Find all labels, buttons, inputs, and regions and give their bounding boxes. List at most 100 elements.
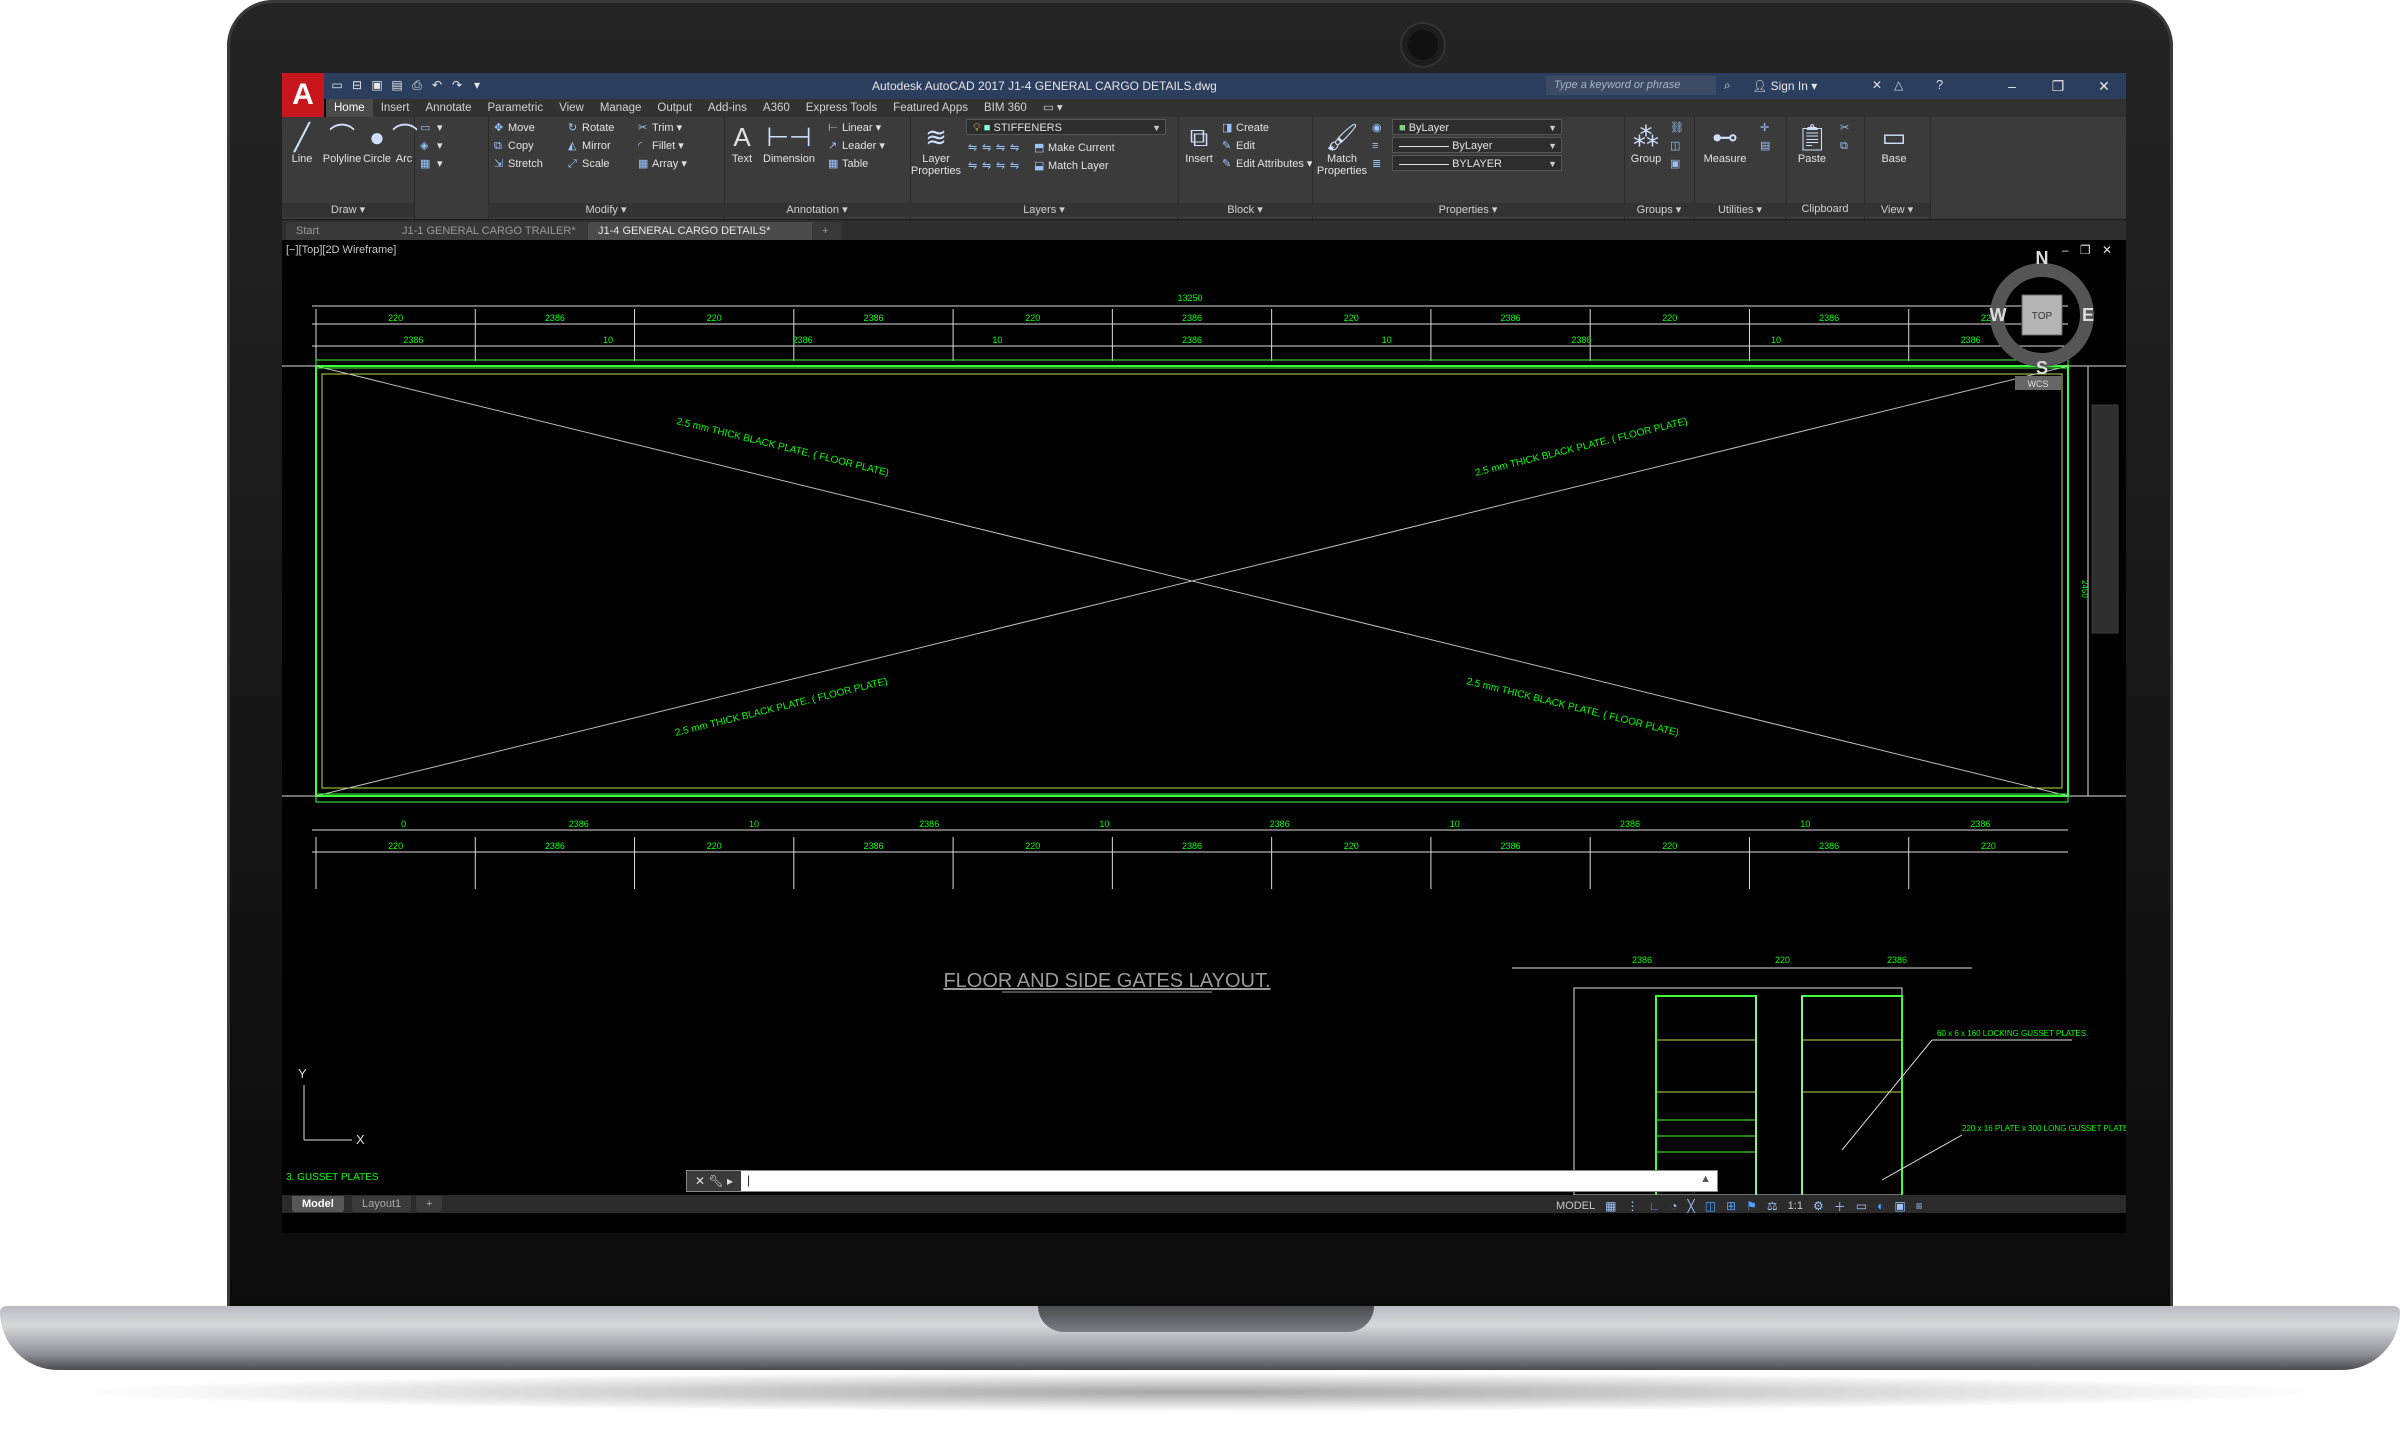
- edit-attributes-tool[interactable]: ✎ Edit Attributes ▾: [1222, 155, 1312, 173]
- match-properties-tool[interactable]: 🖌︎ Match Properties: [1316, 121, 1368, 177]
- search-input[interactable]: Type a keyword or phrase: [1546, 76, 1716, 95]
- group-tool[interactable]: ⁂ Group: [1626, 121, 1666, 165]
- command-prompt-icon[interactable]: ▸: [727, 1174, 733, 1188]
- layer-properties-tool[interactable]: ≋ Layer Properties: [910, 121, 962, 177]
- ortho-icon[interactable]: ∟: [1648, 1199, 1660, 1213]
- annotation-scale-value[interactable]: 1:1: [1788, 1200, 1803, 1212]
- hatch-tool[interactable]: ◈ ▾: [420, 137, 443, 155]
- lineweight-dropdown[interactable]: BYLAYER ▼: [1392, 155, 1562, 171]
- leader-tool[interactable]: ↗ Leader ▾: [828, 137, 885, 155]
- plus-icon[interactable]: ＋: [1834, 1198, 1846, 1215]
- qat-dropdown-icon[interactable]: ▾: [470, 77, 484, 93]
- id-point-icon[interactable]: ✛: [1760, 119, 1774, 137]
- stretch-tool[interactable]: ⇲ Stretch: [494, 155, 543, 173]
- layer-dropdown[interactable]: 💡︎ ■ STIFFENERS ▼: [966, 119, 1166, 135]
- create-block-tool[interactable]: ◨ Create: [1222, 119, 1269, 137]
- add-layout-button[interactable]: +: [416, 1196, 443, 1212]
- calculator-icon[interactable]: ▤: [1760, 137, 1774, 155]
- group-edit-icon[interactable]: ◫: [1670, 137, 1684, 155]
- layer-tools-row-2[interactable]: ⇋ ⇋ ⇋ ⇋: [968, 157, 1024, 175]
- save-as-icon[interactable]: ▤: [390, 77, 404, 93]
- layer-tools-row-1[interactable]: ⇋ ⇋ ⇋ ⇋: [968, 139, 1024, 157]
- doc-tab-j1-4[interactable]: J1-4 GENERAL CARGO DETAILS*: [588, 222, 818, 240]
- polyline-tool[interactable]: ⌒ Polyline: [320, 121, 364, 165]
- annotation-scale-icon[interactable]: ⚖: [1767, 1199, 1778, 1213]
- tab-parametric[interactable]: Parametric: [480, 99, 552, 117]
- a360-icon[interactable]: △: [1894, 78, 1903, 92]
- new-file-icon[interactable]: ▭: [330, 77, 344, 93]
- tab-featured-apps[interactable]: Featured Apps: [885, 99, 976, 117]
- panel-title-block[interactable]: Block ▾: [1178, 203, 1312, 217]
- restore-button[interactable]: ❐: [2044, 76, 2072, 96]
- tab-model[interactable]: Model: [292, 1196, 344, 1212]
- save-icon[interactable]: ▣: [370, 77, 384, 93]
- clean-screen-icon[interactable]: ▣: [1894, 1199, 1905, 1213]
- tab-annotate[interactable]: Annotate: [417, 99, 479, 117]
- customization-icon[interactable]: ≡: [1916, 1199, 1923, 1213]
- text-tool[interactable]: A Text: [724, 121, 760, 165]
- ribbon-minimize-icon[interactable]: ▭ ▾: [1035, 99, 1071, 117]
- panel-title-properties[interactable]: Properties ▾: [1312, 203, 1624, 217]
- wrench-icon[interactable]: 🔧︎: [708, 1174, 723, 1188]
- redo-icon[interactable]: ↷: [450, 77, 464, 93]
- panel-title-annotation[interactable]: Annotation ▾: [724, 203, 910, 217]
- tab-express-tools[interactable]: Express Tools: [798, 99, 885, 117]
- application-menu-button[interactable]: A: [282, 73, 324, 117]
- tab-output[interactable]: Output: [649, 99, 700, 117]
- copy-tool[interactable]: ⧉ Copy: [494, 137, 534, 155]
- close-button[interactable]: ✕: [2090, 76, 2118, 96]
- tab-layout1[interactable]: Layout1: [352, 1196, 412, 1212]
- tab-addins[interactable]: Add-ins: [700, 99, 755, 117]
- color-dropdown[interactable]: ■ ByLayer ▼: [1392, 119, 1562, 135]
- help-icon[interactable]: ?: [1936, 77, 1943, 92]
- cut-icon[interactable]: ✂: [1840, 119, 1854, 137]
- tab-bim360[interactable]: BIM 360: [976, 99, 1035, 117]
- minimize-button[interactable]: –: [1998, 76, 2026, 96]
- tab-insert[interactable]: Insert: [373, 99, 418, 117]
- edit-block-tool[interactable]: ✎ Edit: [1222, 137, 1255, 155]
- tab-home[interactable]: Home: [326, 99, 373, 117]
- fillet-tool[interactable]: ◜ Fillet ▾: [638, 137, 684, 155]
- move-tool[interactable]: ✥ Move: [494, 119, 535, 137]
- undo-icon[interactable]: ↶: [430, 77, 444, 93]
- line-tool[interactable]: ╱ Line: [282, 121, 322, 165]
- measure-tool[interactable]: ⊷ Measure: [1700, 121, 1750, 165]
- isolate-objects-icon[interactable]: ◐: [1877, 1199, 1884, 1213]
- binoculars-icon[interactable]: ⌕: [1724, 78, 1731, 93]
- linetype-dropdown[interactable]: ByLayer ▼: [1392, 137, 1562, 153]
- annotation-visibility-icon[interactable]: ⚑: [1746, 1199, 1757, 1213]
- group-select-icon[interactable]: ▣: [1670, 155, 1684, 173]
- doc-tab-start[interactable]: Start: [286, 222, 406, 240]
- new-tab-button[interactable]: +: [812, 222, 842, 240]
- arc-tool[interactable]: ⌒ Arc: [392, 121, 418, 165]
- dimension-tool[interactable]: ⊢⊣ Dimension: [760, 121, 818, 165]
- hardware-acceleration-icon[interactable]: ▭: [1856, 1199, 1867, 1213]
- make-current-tool[interactable]: ⬒ Make Current: [1034, 139, 1115, 157]
- plot-icon[interactable]: ⎙: [410, 77, 424, 93]
- osnap-icon[interactable]: ◫: [1705, 1199, 1716, 1213]
- panel-title-view[interactable]: View ▾: [1864, 203, 1930, 217]
- base-tool[interactable]: ▭ Base: [1874, 121, 1914, 165]
- panel-title-draw[interactable]: Draw ▾: [282, 203, 414, 217]
- tab-manage[interactable]: Manage: [592, 99, 650, 117]
- drawing-canvas[interactable]: [−][Top][2D Wireframe] – ❐ ✕ 13250 220 23…: [282, 240, 2126, 1195]
- tab-a360[interactable]: A360: [755, 99, 798, 117]
- rectangle-tool[interactable]: ▭ ▾: [420, 119, 443, 137]
- command-line[interactable]: ✕ 🔧︎ ▸ | ▲: [686, 1170, 1718, 1192]
- command-line-controls[interactable]: ✕ 🔧︎ ▸: [687, 1171, 741, 1191]
- tab-view[interactable]: View: [551, 99, 592, 117]
- trim-tool[interactable]: ✂ Trim ▾: [638, 119, 682, 137]
- command-input[interactable]: |: [747, 1173, 750, 1187]
- array-tool[interactable]: ▦ Array ▾: [638, 155, 687, 173]
- table-tool[interactable]: ▦ Table: [828, 155, 868, 173]
- gear-icon[interactable]: ⚙: [1813, 1199, 1824, 1213]
- polar-icon[interactable]: ◔: [1670, 1199, 1677, 1213]
- doc-tab-j1-1[interactable]: J1-1 GENERAL CARGO TRAILER*: [392, 222, 602, 240]
- grid-icon[interactable]: ▦: [1605, 1199, 1616, 1213]
- ungroup-icon[interactable]: ⛓︎: [1670, 119, 1684, 137]
- open-file-icon[interactable]: ⊟: [350, 77, 364, 93]
- panel-title-groups[interactable]: Groups ▾: [1624, 203, 1694, 217]
- scale-tool[interactable]: ⤢ Scale: [568, 155, 610, 173]
- linear-tool[interactable]: ⊢ Linear ▾: [828, 119, 881, 137]
- panel-title-clipboard[interactable]: Clipboard: [1786, 203, 1864, 217]
